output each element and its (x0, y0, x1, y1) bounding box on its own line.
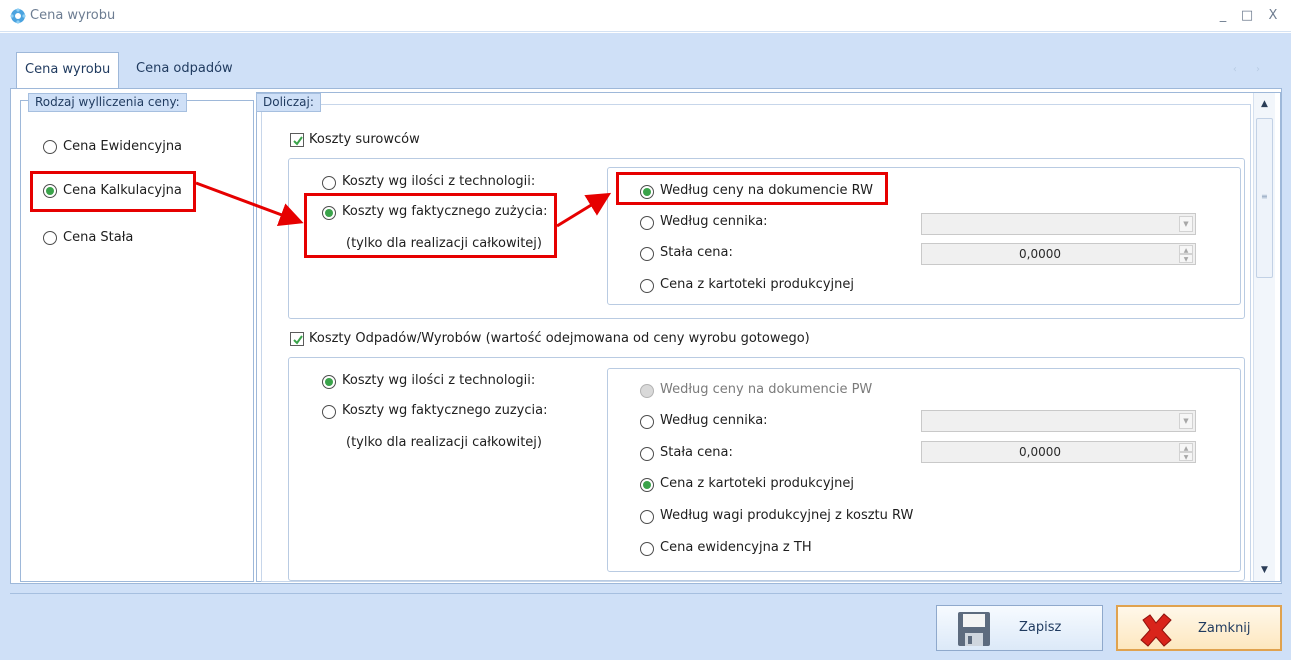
close-button-label: Zamknij (1198, 621, 1251, 636)
floppy-disk-icon (958, 612, 990, 646)
price-window: Cena wyrobu _ □ X Cena wyrobu Cena odpad… (0, 0, 1291, 660)
arrow-icon (195, 181, 304, 226)
red-x-icon (1140, 613, 1172, 647)
close-button[interactable]: Zamknij (1116, 605, 1282, 651)
save-button[interactable]: Zapisz (936, 605, 1103, 651)
annotation-arrows (195, 181, 612, 228)
save-button-label: Zapisz (1019, 620, 1062, 635)
arrow-icon (556, 192, 612, 228)
